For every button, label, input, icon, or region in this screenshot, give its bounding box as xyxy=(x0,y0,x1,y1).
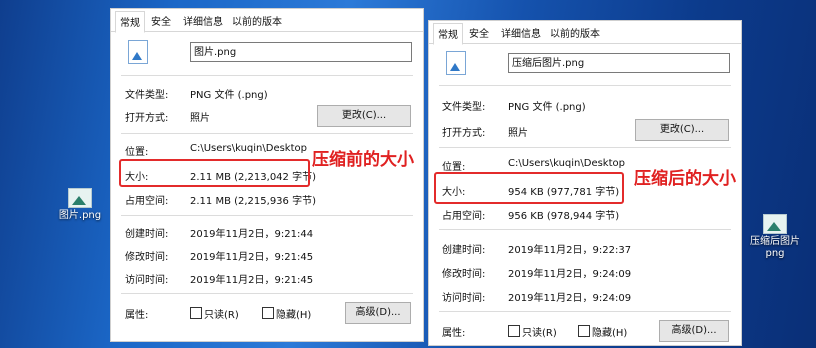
size-highlight-box xyxy=(119,159,310,187)
divider xyxy=(121,133,413,134)
size-highlight-box xyxy=(434,172,624,204)
tab-general[interactable]: 常规 xyxy=(115,11,145,33)
size-on-disk-value: 2.11 MB (2,215,936 字节) xyxy=(190,196,316,207)
desktop-icon-compressed[interactable]: 压缩后图片 png xyxy=(740,214,810,260)
divider xyxy=(439,311,731,312)
created-label: 创建时间: xyxy=(442,245,486,256)
file-type-value: PNG 文件 (.png) xyxy=(508,102,586,113)
created-value: 2019年11月2日，9:21:44 xyxy=(190,229,314,240)
tab-previous-versions[interactable]: 以前的版本 xyxy=(550,25,600,40)
attributes-label: 属性: xyxy=(125,310,149,321)
advanced-button[interactable]: 高级(D)... xyxy=(659,320,729,342)
accessed-label: 访问时间: xyxy=(442,293,486,304)
tab-details[interactable]: 详细信息 xyxy=(501,25,541,40)
divider xyxy=(439,229,731,230)
change-button[interactable]: 更改(C)... xyxy=(635,119,729,141)
annotation-before-compression: 压缩前的大小 xyxy=(312,150,414,170)
size-on-disk-label: 占用空间: xyxy=(442,211,486,222)
open-with-value: 照片 xyxy=(190,113,210,124)
image-file-icon xyxy=(763,214,787,234)
tab-bar: 常规 安全 详细信息 以前的版本 xyxy=(429,21,741,45)
desktop-icon-original[interactable]: 图片.png xyxy=(45,188,115,222)
location-label: 位置: xyxy=(125,147,149,158)
tab-security[interactable]: 安全 xyxy=(151,13,171,28)
size-on-disk-value: 956 KB (978,944 字节) xyxy=(508,211,620,222)
readonly-label[interactable]: 只读(R) xyxy=(522,324,557,339)
open-with-label: 打开方式: xyxy=(125,113,169,124)
created-value: 2019年11月2日，9:22:37 xyxy=(508,245,632,256)
open-with-label: 打开方式: xyxy=(442,128,486,139)
file-type-label: 文件类型: xyxy=(125,90,169,101)
readonly-checkbox[interactable] xyxy=(508,325,520,337)
desktop-icon-label-ext: png xyxy=(765,248,785,259)
png-file-icon xyxy=(128,40,148,64)
tab-previous-versions[interactable]: 以前的版本 xyxy=(232,13,282,28)
divider xyxy=(121,215,413,216)
filename-field[interactable]: 压缩后图片.png xyxy=(508,53,730,73)
change-button[interactable]: 更改(C)... xyxy=(317,105,411,127)
image-file-icon xyxy=(68,188,92,208)
tab-details[interactable]: 详细信息 xyxy=(183,13,223,28)
hidden-label[interactable]: 隐藏(H) xyxy=(276,306,311,321)
modified-label: 修改时间: xyxy=(125,252,169,263)
png-file-icon xyxy=(446,51,466,75)
location-value: C:\Users\kuqin\Desktop xyxy=(508,158,625,169)
divider xyxy=(121,75,413,76)
modified-value: 2019年11月2日，9:21:45 xyxy=(190,252,314,263)
desktop-icon-label: 压缩后图片 xyxy=(750,236,800,247)
created-label: 创建时间: xyxy=(125,229,169,240)
hidden-checkbox[interactable] xyxy=(262,307,274,319)
filename-field[interactable]: 图片.png xyxy=(190,42,412,62)
file-type-value: PNG 文件 (.png) xyxy=(190,90,268,101)
divider xyxy=(439,147,731,148)
tab-general[interactable]: 常规 xyxy=(433,23,463,45)
attributes-label: 属性: xyxy=(442,328,466,339)
location-label: 位置: xyxy=(442,162,466,173)
modified-value: 2019年11月2日，9:24:09 xyxy=(508,269,632,280)
modified-label: 修改时间: xyxy=(442,269,486,280)
tab-security[interactable]: 安全 xyxy=(469,25,489,40)
readonly-checkbox[interactable] xyxy=(190,307,202,319)
hidden-label[interactable]: 隐藏(H) xyxy=(592,324,627,339)
file-type-label: 文件类型: xyxy=(442,102,486,113)
tab-bar: 常规 安全 详细信息 以前的版本 xyxy=(111,9,423,33)
open-with-value: 照片 xyxy=(508,128,528,139)
divider xyxy=(439,85,731,86)
properties-window-original: 常规 安全 详细信息 以前的版本 图片.png 文件类型: PNG 文件 (.p… xyxy=(110,8,424,342)
accessed-value: 2019年11月2日，9:24:09 xyxy=(508,293,632,304)
annotation-after-compression: 压缩后的大小 xyxy=(634,169,736,189)
accessed-value: 2019年11月2日，9:21:45 xyxy=(190,275,314,286)
location-value: C:\Users\kuqin\Desktop xyxy=(190,143,307,154)
readonly-label[interactable]: 只读(R) xyxy=(204,306,239,321)
hidden-checkbox[interactable] xyxy=(578,325,590,337)
advanced-button[interactable]: 高级(D)... xyxy=(345,302,411,324)
accessed-label: 访问时间: xyxy=(125,275,169,286)
size-on-disk-label: 占用空间: xyxy=(125,196,169,207)
desktop-icon-label: 图片.png xyxy=(58,210,102,221)
divider xyxy=(121,293,413,294)
